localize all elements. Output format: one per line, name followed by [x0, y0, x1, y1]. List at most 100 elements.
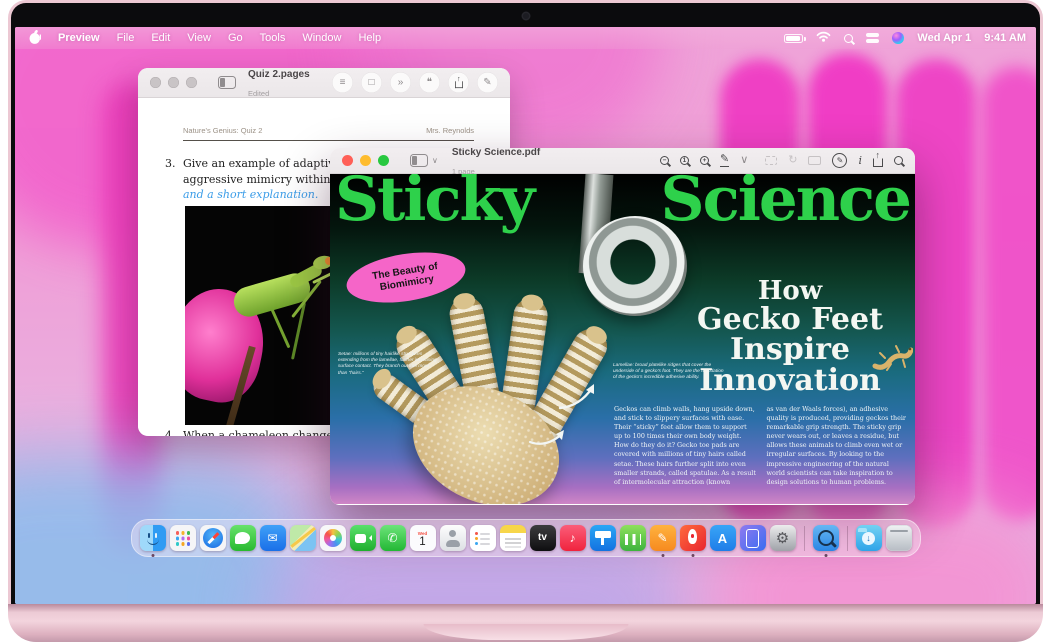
close-button[interactable]: [150, 77, 161, 88]
wifi-icon[interactable]: [816, 31, 831, 45]
dock-app-finder-icon[interactable]: [140, 525, 166, 551]
preview-window: ∨ Sticky Science.pdf 1 page − 1 + ✎ ∨ ↻: [330, 148, 915, 505]
dock: ✉ ✆Wed1 tv♪ ✎ A ⚙ ↓: [131, 519, 921, 557]
header-left: Nature's Genius: Quiz 2: [183, 126, 262, 135]
gecko-illustration: [869, 340, 913, 374]
dock-app-settings-icon[interactable]: ⚙: [770, 525, 796, 551]
menu-file[interactable]: File: [117, 32, 135, 44]
spotlight-search-icon[interactable]: [844, 34, 853, 43]
article-body: Geckos can climb walls, hang upside down…: [614, 405, 909, 487]
apple-menu-icon[interactable]: [29, 30, 41, 47]
zoom-button[interactable]: [378, 155, 389, 166]
zoom-out-icon[interactable]: −: [660, 156, 669, 165]
zoom-in-icon[interactable]: +: [700, 156, 709, 165]
menu-go[interactable]: Go: [228, 32, 243, 44]
dock-app-appstore-icon[interactable]: A: [710, 525, 736, 551]
document-header: Nature's Genius: Quiz 2 Mrs. Reynolds: [183, 126, 474, 141]
siri-icon[interactable]: [892, 32, 904, 44]
laptop-base: [8, 604, 1043, 642]
control-center-icon[interactable]: [866, 33, 879, 43]
rotate-icon[interactable]: ↻: [788, 155, 797, 166]
dock-app-phone-icon[interactable]: ✆: [380, 525, 406, 551]
question-number: 4.: [165, 428, 176, 436]
sidebar-toggle-icon[interactable]: [410, 154, 428, 167]
info-icon[interactable]: i: [858, 155, 862, 166]
header-right: Mrs. Reynolds: [426, 126, 474, 135]
dock-app-photos-icon[interactable]: [320, 525, 346, 551]
minimize-button[interactable]: [360, 155, 371, 166]
share-icon[interactable]: [873, 158, 883, 167]
dock-app-music-icon[interactable]: ♪: [560, 525, 586, 551]
question-instruction-link[interactable]: and a short explanation.: [183, 188, 318, 201]
dock-app-keynote-icon[interactable]: [590, 525, 616, 551]
dock-app-safari-icon[interactable]: [200, 525, 226, 551]
pages-window-title: Quiz 2.pages Edited: [248, 68, 310, 101]
dock-app-maps-icon[interactable]: [290, 525, 316, 551]
form-fill-icon[interactable]: [808, 156, 821, 165]
dock-app-downloads-icon[interactable]: ↓: [856, 525, 882, 551]
menu-bar-clock[interactable]: 9:41 AM: [984, 32, 1026, 44]
chevron-down-icon[interactable]: ∨: [432, 156, 438, 165]
zoom-actual-size-icon[interactable]: 1: [680, 156, 689, 165]
search-icon[interactable]: [894, 156, 903, 165]
dock-app-launchpad-icon[interactable]: [170, 525, 196, 551]
dock-app-iphone-mirroring-icon[interactable]: [740, 525, 766, 551]
dock-app-messages-icon[interactable]: [230, 525, 256, 551]
dock-app-tv-icon[interactable]: tv: [530, 525, 556, 551]
masthead-word: Sticky: [335, 174, 533, 234]
pdf-title: Sticky Science.pdf: [452, 148, 540, 158]
running-indicator: [151, 554, 154, 557]
mantis-photo: [185, 206, 350, 425]
dock-app-trash-icon[interactable]: [886, 525, 912, 551]
battery-icon[interactable]: [784, 34, 803, 43]
webcam: [523, 13, 529, 19]
view-options-icon[interactable]: ≡: [332, 72, 353, 93]
dock-app-facetime-icon[interactable]: [350, 525, 376, 551]
menu-edit[interactable]: Edit: [151, 32, 170, 44]
menu-bar-date[interactable]: Wed Apr 1: [917, 32, 971, 44]
minimize-button[interactable]: [168, 77, 179, 88]
dock-app-contacts-icon[interactable]: [440, 525, 466, 551]
markup-pen-icon[interactable]: ✎: [720, 154, 729, 167]
arrow-doodle: [526, 422, 570, 448]
insert-icon[interactable]: □: [361, 72, 382, 93]
preview-title-bar: ∨ Sticky Science.pdf 1 page − 1 + ✎ ∨ ↻: [330, 148, 915, 174]
share-icon[interactable]: [448, 72, 469, 93]
menu-window[interactable]: Window: [302, 32, 341, 44]
menu-tools[interactable]: Tools: [260, 32, 286, 44]
question-number: 3.: [165, 156, 176, 172]
dock-app-reminders-icon[interactable]: [470, 525, 496, 551]
desktop: Preview File Edit View Go Tools Window Help Wed…: [15, 27, 1036, 604]
arrow-doodle: [556, 378, 602, 412]
running-indicator: [661, 554, 664, 557]
pages-toolbar: ≡ □ » ❝ ✎: [332, 72, 498, 93]
dock-app-games-icon[interactable]: [680, 525, 706, 551]
lid-scoop: [423, 624, 628, 640]
dock-app-calendar-icon[interactable]: Wed1: [410, 525, 436, 551]
comment-icon[interactable]: ❝: [419, 72, 440, 93]
wallpaper-capsule: [982, 67, 1036, 522]
close-button[interactable]: [342, 155, 353, 166]
dock-divider: [804, 526, 805, 551]
sign-annotate-icon[interactable]: ✎: [832, 153, 847, 168]
dock-app-pages-icon[interactable]: ✎: [650, 525, 676, 551]
dock-app-notes-icon[interactable]: [500, 525, 526, 551]
menu-preview[interactable]: Preview: [58, 32, 100, 44]
markup-pen-icon[interactable]: ✎: [477, 72, 498, 93]
article-headline: How Gecko Feet Inspire Innovation: [681, 278, 899, 396]
sidebar-toggle-icon[interactable]: [218, 76, 236, 89]
dock-divider: [847, 526, 848, 551]
document-state: Edited: [248, 89, 269, 98]
markup-chevron-icon[interactable]: ∨: [740, 155, 748, 166]
menu-help[interactable]: Help: [358, 32, 381, 44]
dock-app-preview-icon[interactable]: [813, 525, 839, 551]
macbook-marketing-shot: Preview File Edit View Go Tools Window Help Wed…: [0, 0, 1051, 642]
preview-toolbar: − 1 + ✎ ∨ ↻ ✎ i: [660, 153, 903, 168]
sticky-science-pdf-page: Sticky Science The Beauty of Biomimicry: [330, 174, 915, 504]
dock-app-numbers-icon[interactable]: [620, 525, 646, 551]
dock-app-mail-icon[interactable]: ✉: [260, 525, 286, 551]
zoom-button[interactable]: [186, 77, 197, 88]
more-tools-icon[interactable]: »: [390, 72, 411, 93]
menu-view[interactable]: View: [187, 32, 211, 44]
selection-tool-icon[interactable]: [765, 156, 777, 165]
